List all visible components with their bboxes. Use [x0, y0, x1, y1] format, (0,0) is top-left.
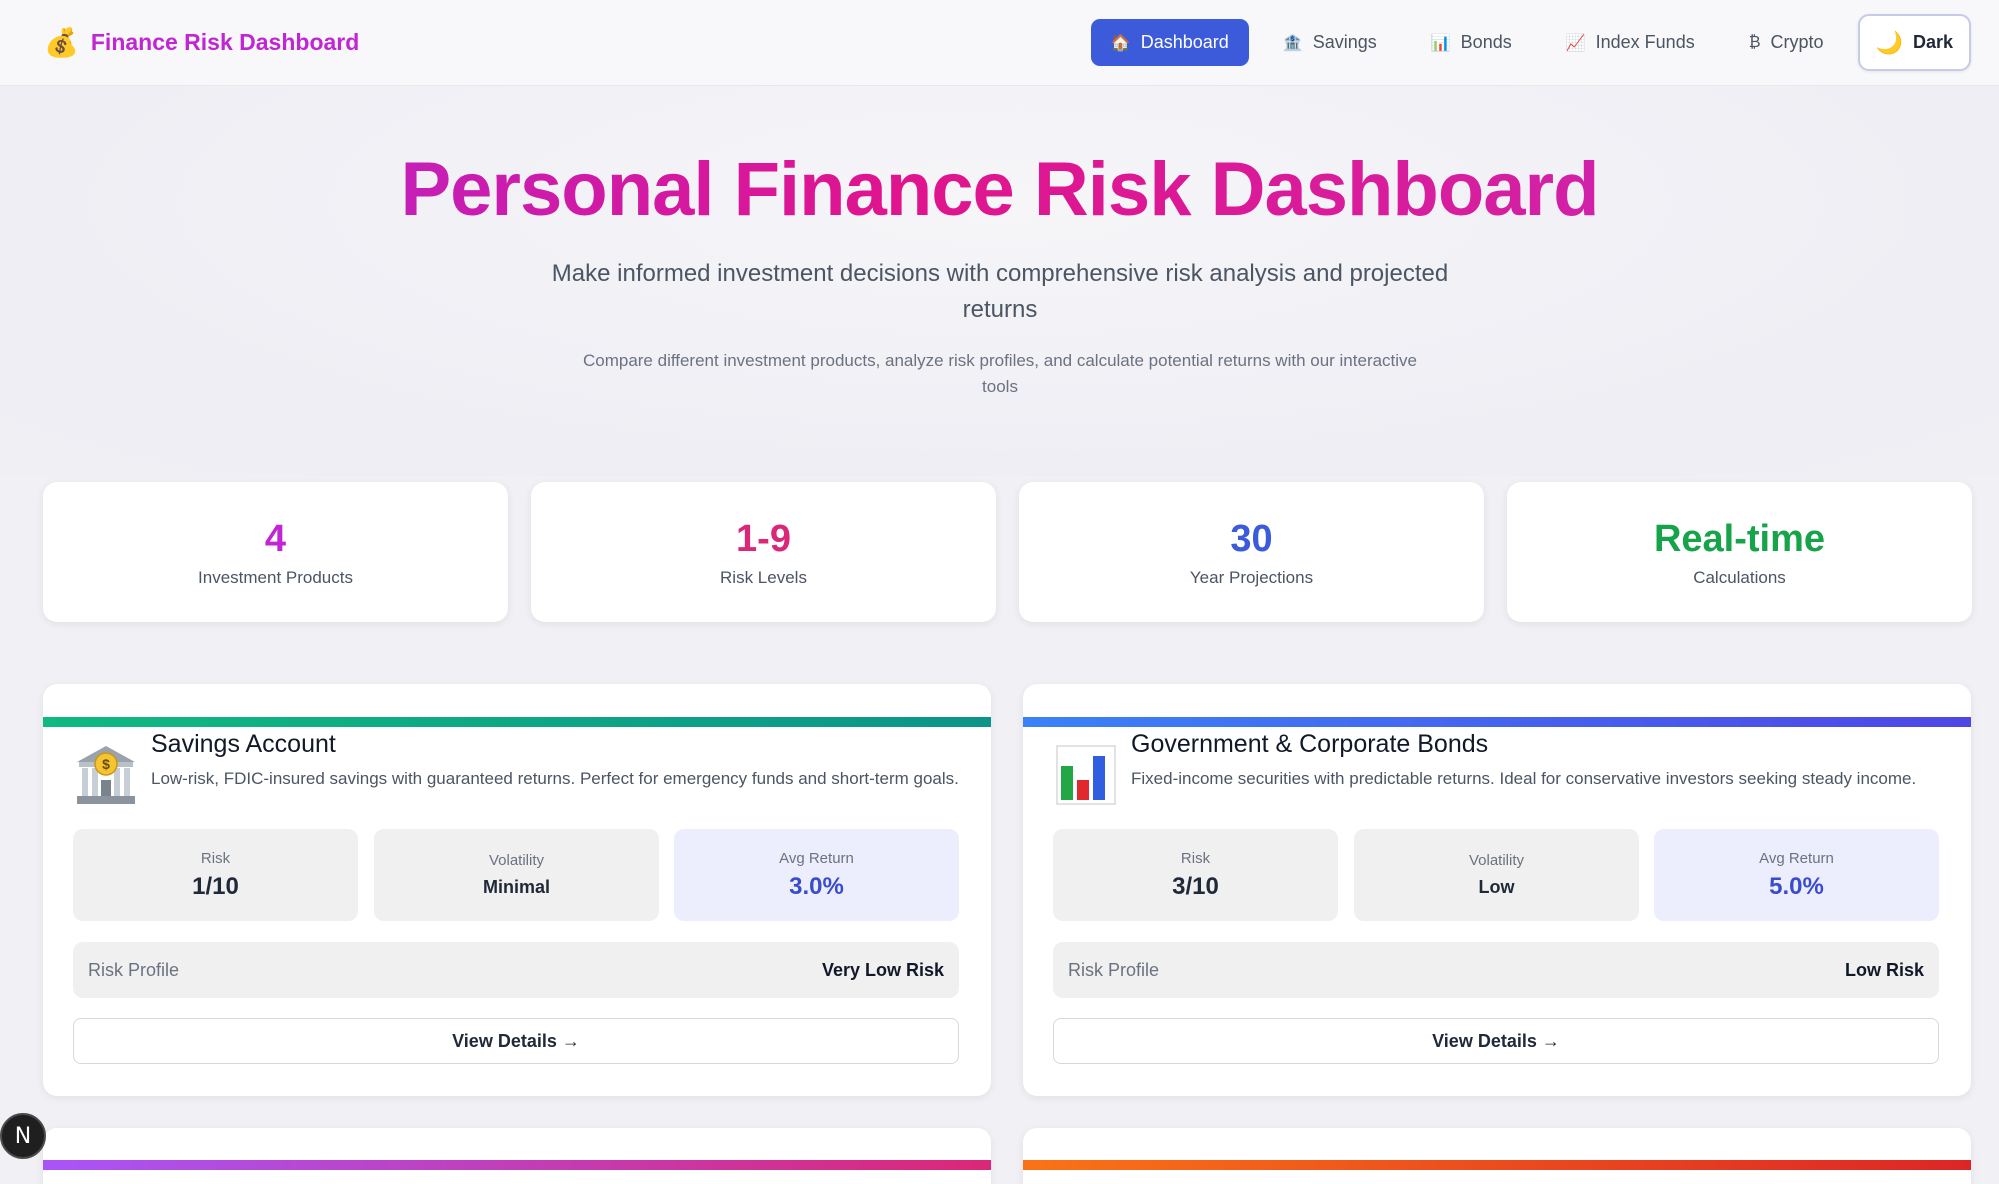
bar-chart-icon: 📊 — [1430, 34, 1451, 52]
nav-item-label: Dashboard — [1140, 32, 1229, 52]
view-details-button[interactable]: View Details → — [73, 1018, 959, 1064]
stat-label: Investment Products — [198, 568, 353, 587]
stat-card-risk-levels: 1-9 Risk Levels — [531, 482, 996, 622]
product-card-crypto — [1023, 1128, 1971, 1184]
metric-value: Minimal — [482, 877, 550, 897]
product-card-bonds: Government & Corporate Bonds Fixed-incom… — [1023, 684, 1971, 1096]
nav-item-label: Bonds — [1460, 32, 1512, 52]
nextjs-dev-badge[interactable]: N — [0, 1113, 46, 1159]
page-title: Personal Finance Risk Dashboard — [0, 146, 1999, 233]
metric-avg-return: Avg Return 5.0% — [1654, 829, 1939, 921]
metric-value: 1/10 — [192, 872, 239, 900]
theme-toggle-button[interactable]: 🌙 Dark — [1857, 14, 1971, 71]
card-title: Savings Account — [151, 730, 336, 758]
nav-item-savings[interactable]: 🏦 Savings — [1263, 19, 1397, 66]
hero-section: Personal Finance Risk Dashboard Make inf… — [0, 86, 1999, 476]
metric-value: 3.0% — [789, 872, 844, 900]
metric-value: 5.0% — [1769, 872, 1824, 900]
stat-card-investment-products: 4 Investment Products — [43, 482, 508, 622]
hero-subtitle: Make informed investment decisions with … — [551, 260, 1449, 323]
product-card-savings: $ Savings Account Low-risk, FDIC-insured… — [43, 684, 991, 1096]
nav-item-label: Crypto — [1770, 32, 1824, 52]
metric-risk: Risk 3/10 — [1053, 829, 1338, 921]
bitcoin-icon: ₿ — [1748, 33, 1761, 51]
nav-item-bonds[interactable]: 📊 Bonds — [1411, 19, 1532, 66]
metric-avg-return: Avg Return 3.0% — [674, 829, 959, 921]
card-title: Government & Corporate Bonds — [1131, 730, 1489, 758]
hero-description: Compare different investment products, a… — [582, 351, 1418, 396]
brand-title: Finance Risk Dashboard — [90, 29, 360, 55]
nav-item-dashboard[interactable]: 🏠 Dashboard — [1090, 19, 1249, 66]
metric-volatility: Volatility Low — [1354, 829, 1639, 921]
card-description: Low-risk, FDIC-insured savings with guar… — [151, 769, 959, 788]
card-accent-bar — [43, 1160, 991, 1170]
nav-item-index-funds[interactable]: 📈 Index Funds — [1546, 19, 1715, 66]
bar-chart-icon — [1053, 742, 1119, 808]
brand[interactable]: 💰 Finance Risk Dashboard — [44, 26, 360, 58]
metric-label: Avg Return — [1759, 849, 1834, 867]
stat-value: 30 — [1230, 518, 1273, 560]
nav-item-label: Savings — [1312, 32, 1377, 52]
bank-icon: 🏦 — [1282, 34, 1303, 52]
risk-profile-label: Risk Profile — [88, 959, 180, 980]
stat-label: Calculations — [1693, 568, 1786, 587]
metric-risk: Risk 1/10 — [73, 829, 358, 921]
stat-value: Real-time — [1653, 518, 1826, 560]
bank-building-icon: $ — [73, 742, 139, 808]
risk-profile-row: Risk Profile Very Low Risk — [73, 942, 959, 998]
product-card-index-funds — [43, 1128, 991, 1184]
metric-label: Avg Return — [779, 849, 854, 867]
card-accent-bar — [1023, 1160, 1971, 1170]
metric-label: Volatility — [1468, 852, 1525, 869]
risk-profile-value: Low Risk — [1844, 959, 1924, 980]
risk-profile-value: Very Low Risk — [821, 959, 944, 980]
svg-text:$: $ — [102, 756, 110, 772]
risk-profile-label: Risk Profile — [1068, 959, 1160, 980]
card-accent-bar — [1023, 717, 1971, 727]
view-details-button[interactable]: View Details → — [1053, 1018, 1939, 1064]
metric-label: Risk — [200, 849, 231, 867]
stat-label: Year Projections — [1189, 568, 1314, 587]
house-icon: 🏠 — [1110, 34, 1131, 52]
theme-toggle-label: Dark — [1912, 32, 1953, 52]
stat-label: Risk Levels — [720, 568, 807, 587]
nav-item-label: Index Funds — [1595, 32, 1695, 52]
card-accent-bar — [43, 717, 991, 727]
money-bag-icon: 💰 — [44, 26, 79, 58]
line-chart-icon: 📈 — [1565, 34, 1586, 52]
main-nav: 🏠 Dashboard 🏦 Savings 📊 Bonds 📈 Index Fu… — [1090, 14, 1971, 71]
stat-card-calculations: Real-time Calculations — [1507, 482, 1972, 622]
metric-label: Risk — [1180, 849, 1211, 867]
metric-value: Low — [1478, 877, 1515, 897]
moon-icon: 🌙 — [1875, 29, 1903, 55]
top-navbar: 💰 Finance Risk Dashboard 🏠 Dashboard 🏦 S… — [0, 0, 1999, 86]
metric-value: 3/10 — [1172, 872, 1219, 900]
metric-volatility: Volatility Minimal — [374, 829, 659, 921]
stat-card-year-projections: 30 Year Projections — [1019, 482, 1484, 622]
metric-label: Volatility — [488, 852, 545, 869]
stat-value: 4 — [264, 518, 287, 560]
card-description: Fixed-income securities with predictable… — [1131, 769, 1917, 788]
risk-profile-row: Risk Profile Low Risk — [1053, 942, 1939, 998]
nav-item-crypto[interactable]: ₿ Crypto — [1729, 19, 1844, 66]
stat-value: 1-9 — [736, 518, 791, 560]
